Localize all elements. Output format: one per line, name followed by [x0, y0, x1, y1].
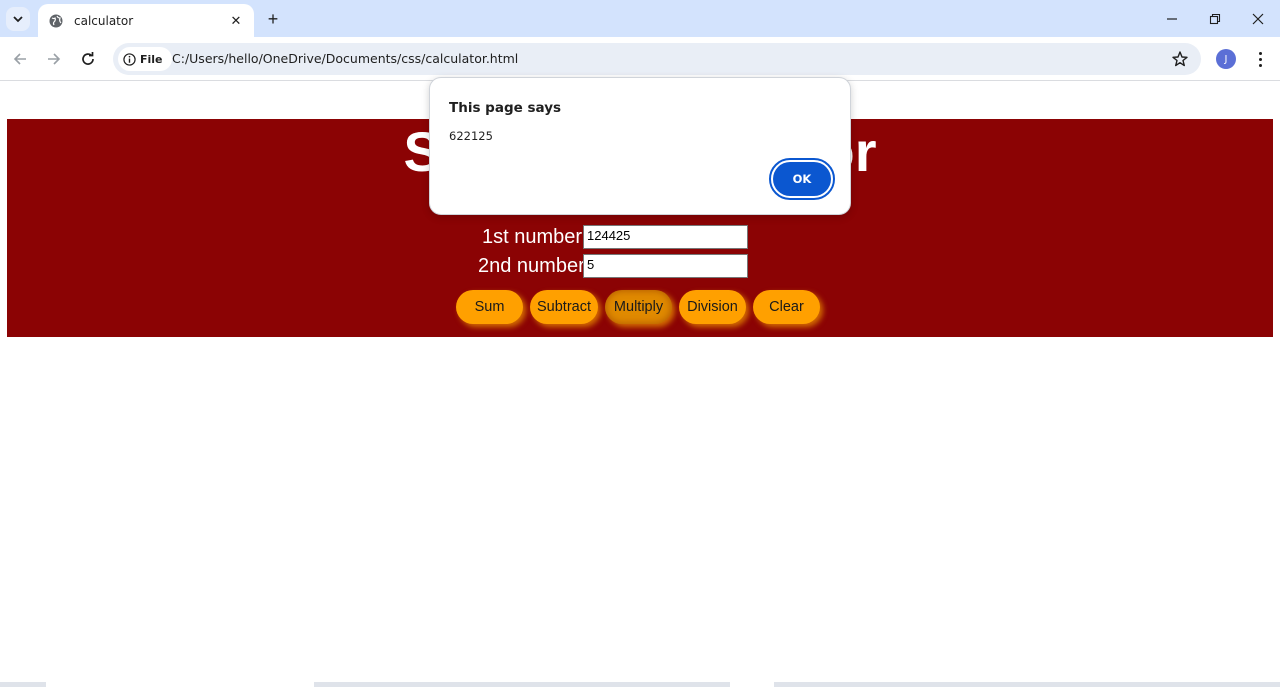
close-tab-icon[interactable]: ✕ — [228, 13, 244, 29]
horizontal-scrollbar[interactable] — [0, 682, 1280, 687]
alert-dialog: This page says 622125 OK — [429, 77, 851, 215]
tab-title: calculator — [74, 13, 134, 28]
division-button[interactable]: Division — [679, 290, 746, 324]
profile-avatar[interactable]: J — [1216, 49, 1236, 69]
second-number-row: 2nd number — [478, 254, 585, 278]
minimize-icon — [1167, 17, 1177, 20]
first-number-row: 1st number — [482, 225, 582, 249]
site-info-chip[interactable]: File — [118, 47, 172, 71]
reload-icon — [82, 52, 94, 65]
close-window-button[interactable] — [1236, 0, 1280, 37]
first-number-input[interactable]: 124425 — [583, 225, 748, 249]
globe-icon — [49, 14, 63, 27]
new-tab-button[interactable]: + — [262, 8, 284, 30]
browser-menu-icon[interactable] — [1250, 48, 1270, 70]
browser-toolbar: File C:/Users/hello/OneDrive/Documents/c… — [0, 37, 1280, 81]
multiply-button[interactable]: Multiply — [605, 290, 672, 324]
close-icon — [1252, 13, 1264, 24]
restore-icon — [1209, 13, 1221, 24]
bookmark-star-icon[interactable] — [1171, 50, 1189, 68]
tab-search-button[interactable] — [6, 7, 30, 31]
reload-button[interactable] — [76, 47, 100, 71]
forward-button[interactable] — [42, 47, 66, 71]
forward-arrow-icon — [48, 53, 61, 65]
back-button[interactable] — [8, 47, 32, 71]
restore-button[interactable] — [1193, 0, 1237, 37]
minimize-button[interactable] — [1150, 0, 1194, 37]
back-arrow-icon — [13, 53, 26, 65]
ok-button-label: OK — [773, 162, 831, 196]
sum-button[interactable]: Sum — [456, 290, 523, 324]
chevron-down-icon — [13, 16, 23, 23]
scrollbar-segment — [730, 682, 774, 687]
ok-button[interactable]: OK — [769, 158, 835, 200]
file-chip-label: File — [140, 52, 163, 66]
url-text[interactable]: C:/Users/hello/OneDrive/Documents/css/ca… — [172, 51, 518, 66]
second-number-input[interactable]: 5 — [583, 254, 748, 278]
second-number-label: 2nd number — [478, 254, 585, 277]
address-bar[interactable]: File C:/Users/hello/OneDrive/Documents/c… — [113, 43, 1201, 75]
info-icon — [123, 52, 136, 66]
browser-tab[interactable]: calculator ✕ — [38, 4, 254, 37]
dialog-title: This page says — [449, 100, 562, 116]
tab-strip: calculator ✕ + — [0, 0, 1280, 37]
first-number-label: 1st number — [482, 225, 583, 248]
scrollbar-thumb[interactable] — [46, 682, 314, 687]
dialog-message: 622125 — [449, 129, 493, 143]
clear-button[interactable]: Clear — [753, 290, 820, 324]
subtract-button[interactable]: Subtract — [530, 290, 598, 324]
